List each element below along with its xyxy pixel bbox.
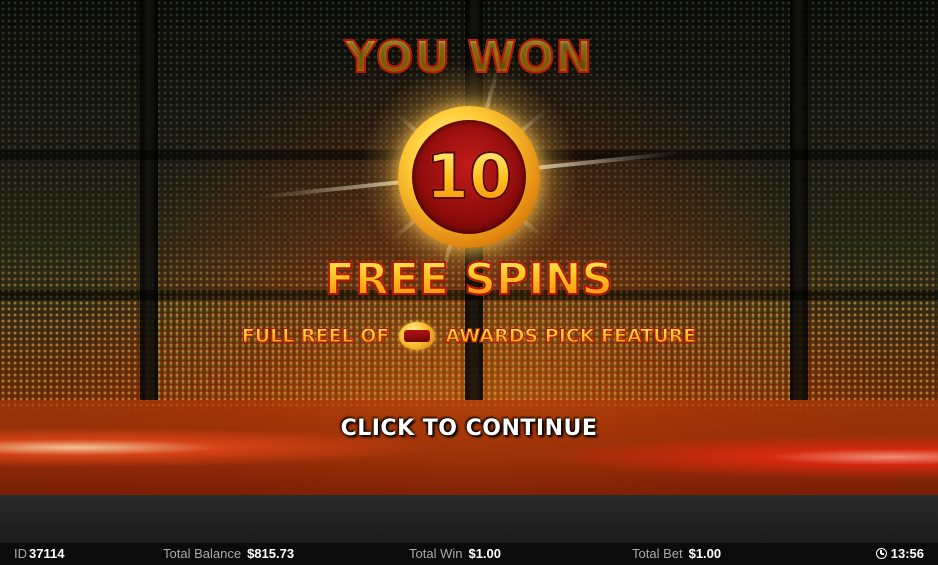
free-spins-label: FREE SPINS (0, 253, 938, 306)
session-id-label: ID (14, 546, 27, 561)
total-win-label: Total Win (409, 546, 463, 561)
spins-count: 10 (412, 141, 526, 213)
total-bet-label: Total Bet (632, 546, 683, 561)
session-id: ID 37114 (14, 546, 64, 561)
coin-center: 10 (412, 120, 526, 234)
spins-count-coin: 10 (398, 106, 540, 248)
total-balance-value: $815.73 (247, 546, 295, 561)
red-gold-coin-icon (399, 322, 436, 350)
total-win-value: $1.00 (468, 546, 502, 561)
feature-suffix: AWARDS PICK FEATURE (445, 325, 697, 348)
feature-prefix: FULL REEL OF (241, 325, 390, 348)
total-bet-value: $1.00 (688, 546, 722, 561)
total-balance: Total Balance $815.73 (163, 546, 294, 561)
clock-icon (875, 548, 887, 559)
click-to-continue-button[interactable]: CLICK TO CONTINUE (0, 416, 938, 441)
game-stage[interactable]: YOU WON 10 FREE SPINS FULL REEL OF AWARD… (0, 0, 938, 543)
stage-floor (0, 495, 938, 543)
stage-floor-glow (0, 400, 938, 495)
total-win: Total Win $1.00 (409, 546, 501, 561)
clock-time: 13:56 (890, 546, 924, 561)
status-bar: ID 37114 Total Balance $815.73 Total Win $1… (0, 543, 938, 565)
total-balance-label: Total Balance (163, 546, 242, 561)
session-id-value: 37114 (29, 546, 65, 561)
total-bet: Total Bet $1.00 (632, 546, 721, 561)
feature-description: FULL REEL OF AWARDS PICK FEATURE (0, 322, 938, 350)
clock: 13:56 (875, 546, 924, 561)
